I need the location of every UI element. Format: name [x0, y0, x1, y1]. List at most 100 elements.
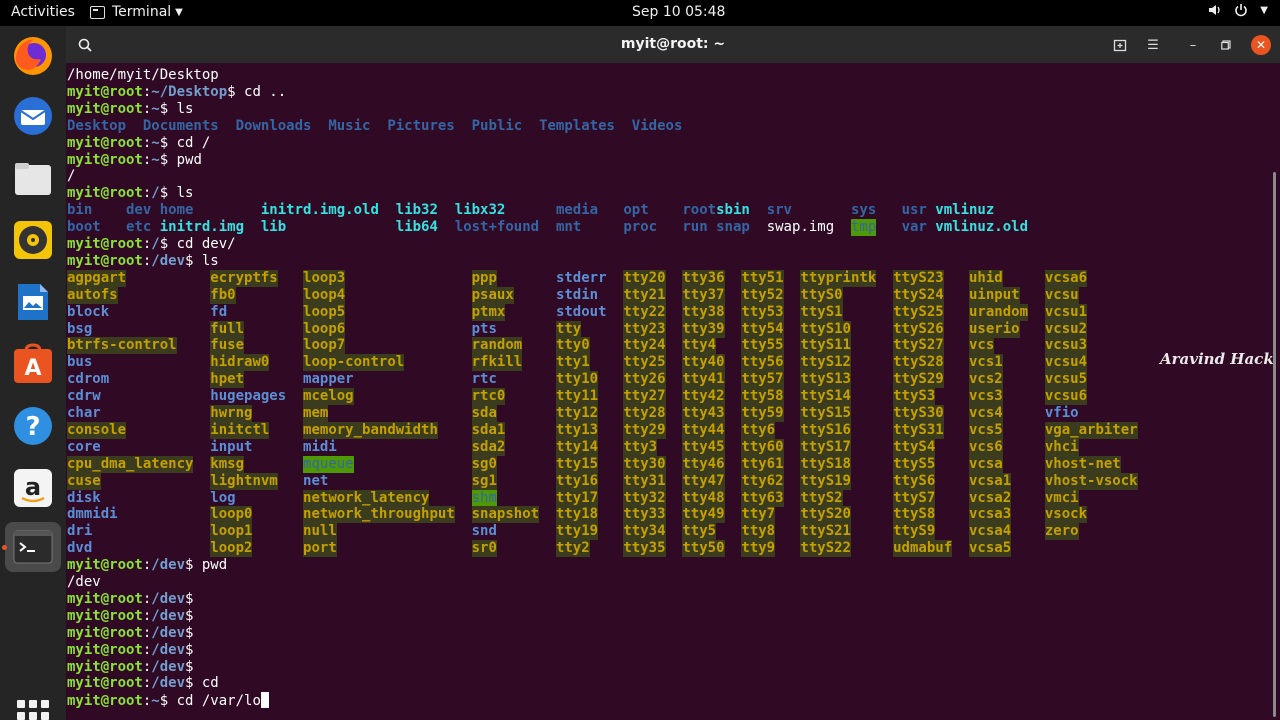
device-entry: loop0 [210, 506, 253, 524]
svg-text:a: a [25, 473, 41, 501]
device-entry: snapshot [471, 506, 540, 524]
device-entry: tty24 [623, 337, 666, 355]
prompt-path: ~/Desktop [151, 83, 228, 100]
device-entry: tty21 [623, 286, 666, 304]
device-entry: ttyS10 [800, 320, 851, 338]
device-entry: tty62 [741, 472, 784, 490]
root-entry: media [555, 202, 599, 219]
device-entry: tty26 [623, 371, 666, 389]
app-menu[interactable]: Terminal ▼ [90, 4, 183, 20]
device-entry: sda1 [471, 421, 506, 439]
device-entry: tty22 [623, 303, 666, 321]
device-entry: agpgart [67, 269, 127, 287]
device-entry: log [210, 489, 236, 506]
menu-icon[interactable]: ☰ [1141, 33, 1165, 57]
thunderbird-icon[interactable] [11, 94, 55, 138]
device-entry: tty49 [682, 506, 725, 524]
device-entry: tty58 [741, 388, 784, 406]
root-entry: tmp [850, 219, 877, 237]
device-entry: vcsu [1044, 286, 1079, 304]
system-tray[interactable]: ▼ [1208, 3, 1268, 21]
device-entry: vcs1 [969, 354, 1003, 372]
new-tab-icon[interactable] [1108, 33, 1132, 57]
prompt-symbol: $ [185, 557, 202, 574]
app-menu-label: Terminal [112, 4, 172, 20]
device-entry: tty40 [682, 354, 725, 372]
writer-icon[interactable] [11, 280, 55, 324]
device-entry: tty48 [682, 489, 725, 507]
rhythmbox-icon[interactable] [11, 218, 55, 262]
device-entry: tty23 [623, 320, 666, 338]
minimize-icon[interactable]: – [1181, 33, 1205, 57]
device-entry: rfkill [471, 354, 523, 372]
root-entry: usr [901, 202, 927, 219]
terminal-output[interactable]: /home/myit/Desktop myit@root:~/Desktop$ c… [66, 63, 1266, 720]
device-entry: port [303, 540, 337, 558]
device-entry: sda2 [471, 438, 506, 456]
prompt-path: /dev [151, 675, 186, 692]
command-line: myit@root:~$ pwd [67, 152, 202, 169]
device-entry: loop1 [210, 523, 253, 541]
prompt-user: myit@root [67, 641, 143, 658]
root-entry: lib32 [395, 202, 438, 219]
root-entry: vmlinuz [935, 202, 995, 219]
files-icon[interactable] [11, 156, 55, 200]
device-entry: hwrng [210, 405, 253, 422]
prompt-path: / [151, 236, 160, 252]
prompt-user: myit@root [67, 252, 143, 269]
device-entry: ttyS23 [893, 269, 944, 287]
device-entry: ttyS27 [893, 337, 944, 355]
device-entry: ecryptfs [210, 269, 278, 287]
device-entry: ttyS4 [893, 438, 936, 456]
software-icon[interactable]: A [11, 342, 55, 386]
command-line: myit@root:/dev$ cd [67, 675, 219, 692]
device-entry: vcsu2 [1044, 320, 1088, 338]
amazon-icon[interactable]: a [11, 466, 55, 510]
maximize-icon[interactable] [1214, 33, 1238, 57]
clock[interactable]: Sep 10 05:48 [632, 4, 725, 20]
command-text: cd /var/lo [176, 693, 261, 710]
device-entry: autofs [67, 286, 118, 304]
window-title: myit@root: ~ [620, 36, 726, 52]
device-entry: loop2 [210, 540, 253, 558]
scrollbar[interactable] [1273, 172, 1276, 717]
terminal-window: myit@root: ~ ☰ – ✕ /home/myit/Desktop myi… [66, 26, 1280, 720]
device-entry: vcsa2 [969, 489, 1012, 507]
close-icon[interactable]: ✕ [1251, 35, 1271, 55]
device-entry: ttyS14 [800, 388, 851, 406]
terminal-icon[interactable] [5, 522, 61, 572]
device-entry: tty29 [623, 421, 666, 439]
directory-entry: Videos [631, 117, 683, 134]
device-entry: lightnvm [210, 472, 278, 490]
device-entry: tty17 [555, 489, 599, 507]
show-applications-icon[interactable] [17, 700, 49, 720]
help-icon[interactable]: ? [11, 404, 55, 448]
output-line: /dev [67, 574, 101, 591]
root-entry: proc [623, 219, 658, 236]
device-entry: fd [210, 303, 228, 320]
device-entry: tty56 [741, 354, 784, 372]
device-entry: tty28 [623, 405, 666, 422]
device-entry: tty11 [555, 388, 599, 406]
root-entry: vmlinuz.old [935, 219, 1028, 236]
device-entry: tty42 [682, 388, 725, 406]
device-entry: vcs [969, 337, 995, 355]
device-entry: vcs3 [969, 388, 1003, 406]
chevron-down-icon: ▼ [1260, 5, 1268, 16]
device-entry: uhid [969, 269, 1003, 287]
command-text: ls [176, 100, 194, 117]
activities-button[interactable]: Activities [11, 4, 75, 20]
device-entry: tty46 [682, 455, 725, 473]
device-entry: ttyS25 [893, 303, 944, 321]
device-entry: char [67, 405, 101, 421]
device-entry: vcs5 [969, 421, 1003, 439]
device-entry: loop-control [303, 354, 405, 372]
command-line: myit@root:~/Desktop$ cd .. [67, 84, 286, 101]
directory-entry: Downloads [235, 117, 312, 134]
firefox-icon[interactable] [11, 34, 55, 78]
power-icon [1234, 3, 1248, 21]
root-entry: swap.img [766, 219, 835, 236]
device-entry: hidraw0 [210, 354, 270, 372]
device-entry: ttyS22 [800, 540, 851, 558]
device-entry: mapper [303, 371, 354, 388]
